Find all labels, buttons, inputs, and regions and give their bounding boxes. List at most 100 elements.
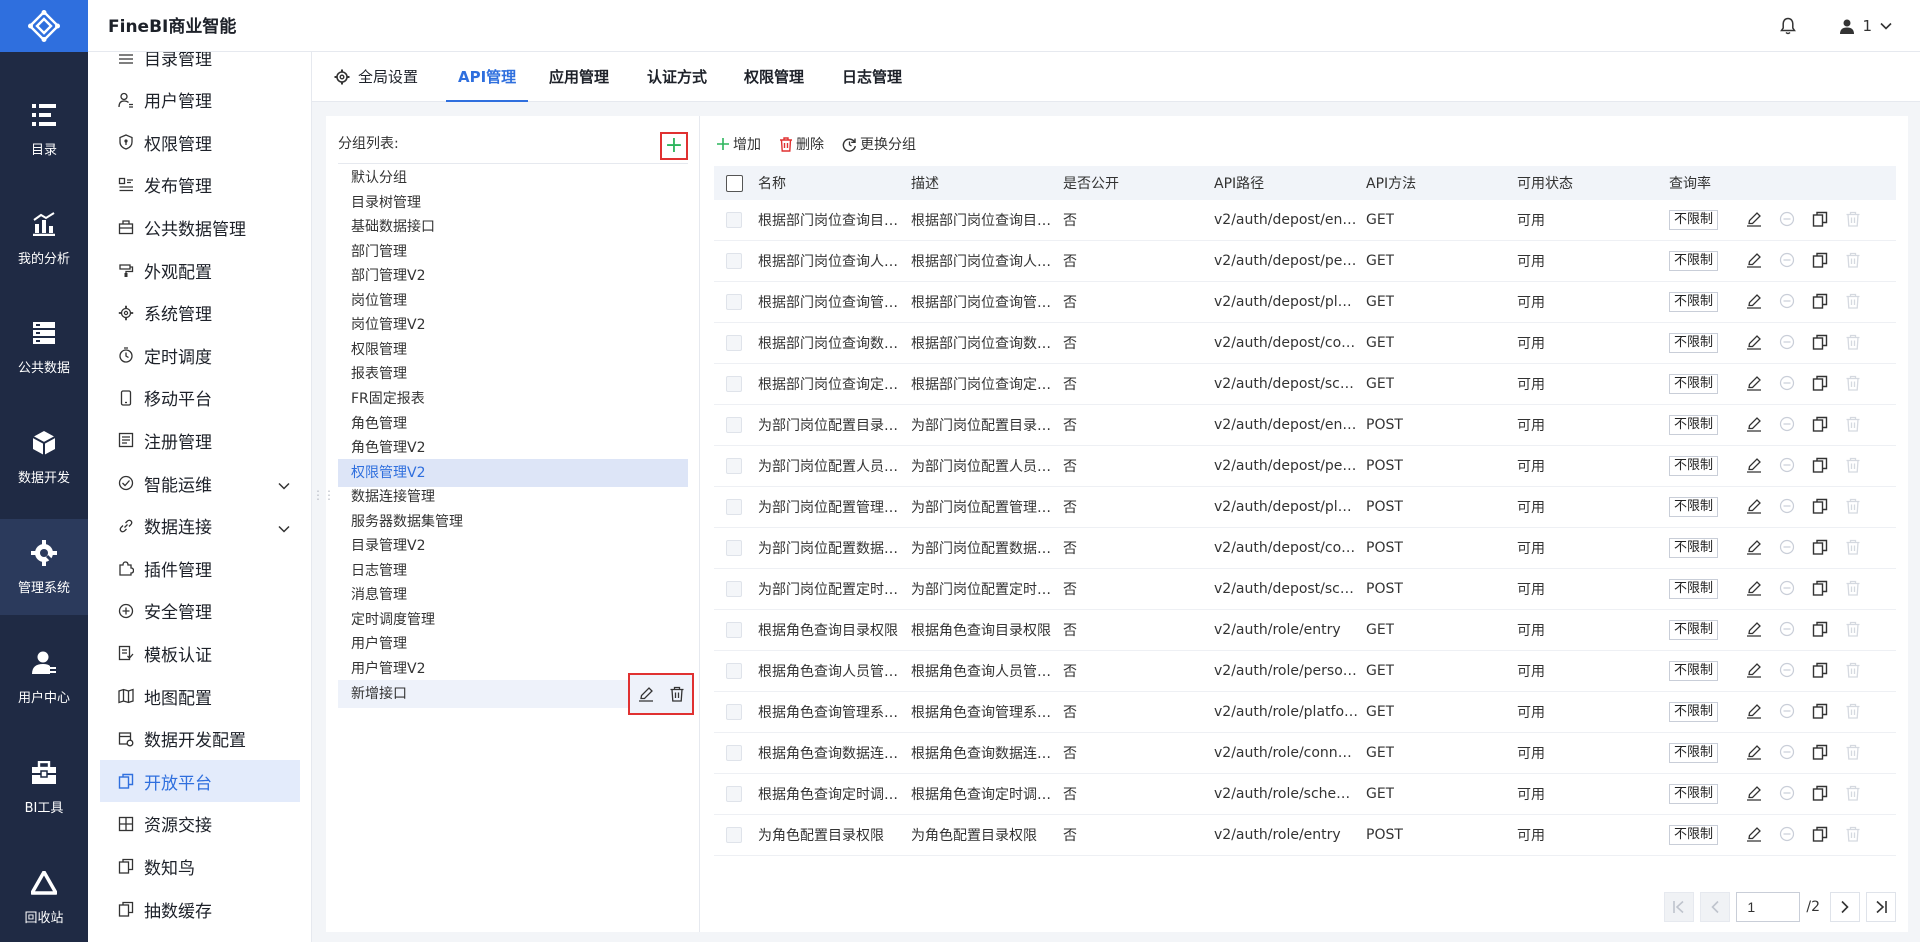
disable-api-icon[interactable] — [1779, 200, 1797, 240]
submenu-item[interactable]: 发布管理 — [100, 164, 300, 206]
header-public[interactable]: 是否公开 — [1063, 166, 1119, 200]
table-row[interactable]: 根据部门岗位查询数据连接权限根据部门岗位查询数据连接权限否v2/auth/dep… — [714, 323, 1896, 364]
delete-api-button[interactable]: 删除 — [779, 134, 824, 154]
submenu-item[interactable]: 数据连接 — [100, 505, 300, 547]
row-checkbox[interactable] — [726, 651, 742, 691]
copy-api-icon[interactable] — [1812, 815, 1830, 855]
rate-value[interactable]: 不限制 — [1669, 333, 1719, 353]
edit-api-icon[interactable] — [1746, 692, 1764, 732]
cell-rate[interactable]: 不限制 — [1669, 692, 1719, 732]
delete-api-icon[interactable] — [1845, 692, 1863, 732]
rate-value[interactable]: 不限制 — [1669, 661, 1719, 681]
nav-item-catalog[interactable]: 目录 — [0, 81, 88, 177]
submenu-item[interactable]: 智能运维 — [100, 462, 300, 504]
delete-api-icon[interactable] — [1845, 200, 1863, 240]
tab-log-management[interactable]: 日志管理 — [842, 52, 902, 102]
drag-handle-icon[interactable]: ⋮⋮ — [312, 488, 335, 502]
table-row[interactable]: 根据角色查询数据连接权限根据角色查询数据连接权限否v2/auth/role/co… — [714, 733, 1896, 774]
trash-icon[interactable] — [668, 685, 686, 703]
row-checkbox[interactable] — [726, 610, 742, 650]
copy-api-icon[interactable] — [1812, 405, 1830, 445]
cell-rate[interactable]: 不限制 — [1669, 487, 1719, 527]
rate-value[interactable]: 不限制 — [1669, 743, 1719, 763]
cell-rate[interactable]: 不限制 — [1669, 651, 1719, 691]
tab-auth-method[interactable]: 认证方式 — [647, 52, 707, 102]
copy-api-icon[interactable] — [1812, 774, 1830, 814]
rate-value[interactable]: 不限制 — [1669, 497, 1719, 517]
submenu-item[interactable]: 外观配置 — [100, 249, 300, 291]
row-checkbox[interactable] — [726, 774, 742, 814]
submenu-item[interactable]: 地图配置 — [100, 675, 300, 717]
submenu-item[interactable]: 抽数缓存 — [100, 888, 300, 930]
disable-api-icon[interactable] — [1779, 569, 1797, 609]
table-row[interactable]: 根据部门岗位查询人员管理权限根据部门岗位查询人员管理权限否v2/auth/dep… — [714, 241, 1896, 282]
cell-rate[interactable]: 不限制 — [1669, 241, 1719, 281]
delete-api-icon[interactable] — [1845, 774, 1863, 814]
delete-api-icon[interactable] — [1845, 323, 1863, 363]
edit-api-icon[interactable] — [1746, 651, 1764, 691]
edit-api-icon[interactable] — [1746, 405, 1764, 445]
row-checkbox[interactable] — [726, 528, 742, 568]
last-page-button[interactable] — [1866, 892, 1896, 922]
nav-item-public-data[interactable]: 公共数据 — [0, 299, 88, 395]
delete-api-icon[interactable] — [1845, 446, 1863, 486]
delete-api-icon[interactable] — [1845, 815, 1863, 855]
chevron-down-icon[interactable] — [278, 518, 290, 538]
copy-api-icon[interactable] — [1812, 651, 1830, 691]
submenu-item[interactable]: 用户管理 — [100, 79, 300, 121]
submenu-item[interactable]: 注册管理 — [100, 419, 300, 461]
row-checkbox[interactable] — [726, 364, 742, 404]
edit-api-icon[interactable] — [1746, 733, 1764, 773]
rate-value[interactable]: 不限制 — [1669, 210, 1719, 230]
copy-api-icon[interactable] — [1812, 323, 1830, 363]
cell-rate[interactable]: 不限制 — [1669, 323, 1719, 363]
copy-api-icon[interactable] — [1812, 446, 1830, 486]
submenu-item[interactable]: 数知鸟 — [100, 845, 300, 887]
disable-api-icon[interactable] — [1779, 446, 1797, 486]
disable-api-icon[interactable] — [1779, 241, 1797, 281]
disable-api-icon[interactable] — [1779, 528, 1797, 568]
table-row[interactable]: 为角色配置目录权限 为角色配置目录权限 否 v2/auth/role/entry POS… — [714, 815, 1896, 856]
cell-rate[interactable]: 不限制 — [1669, 774, 1719, 814]
copy-api-icon[interactable] — [1812, 610, 1830, 650]
table-row[interactable]: 根据部门岗位查询管理系统权限根据部门岗位查询管理系统权限否v2/auth/dep… — [714, 282, 1896, 323]
table-row[interactable]: 根据角色查询人员管理权限根据角色查询人员管理权限否v2/auth/role/pe… — [714, 651, 1896, 692]
cell-rate[interactable]: 不限制 — [1669, 446, 1719, 486]
nav-item-user-center[interactable]: 用户中心 — [0, 629, 88, 725]
panel-divider[interactable] — [699, 116, 700, 932]
cell-rate[interactable]: 不限制 — [1669, 569, 1719, 609]
copy-api-icon[interactable] — [1812, 241, 1830, 281]
table-row[interactable]: 为部门岗位配置目录权限 为部门岗位配置目录权限否 v2/auth/depost/en… — [714, 405, 1896, 446]
rate-value[interactable]: 不限制 — [1669, 825, 1719, 845]
submenu-item[interactable]: 公共数据管理 — [100, 206, 300, 248]
copy-api-icon[interactable] — [1812, 528, 1830, 568]
header-name[interactable]: 名称 — [758, 166, 786, 200]
edit-api-icon[interactable] — [1746, 569, 1764, 609]
copy-api-icon[interactable] — [1812, 282, 1830, 322]
row-checkbox[interactable] — [726, 733, 742, 773]
rate-value[interactable]: 不限制 — [1669, 251, 1719, 271]
disable-api-icon[interactable] — [1779, 774, 1797, 814]
row-checkbox[interactable] — [726, 241, 742, 281]
nav-item-my-analysis[interactable]: 我的分析 — [0, 190, 88, 286]
rate-value[interactable]: 不限制 — [1669, 292, 1719, 312]
delete-api-icon[interactable] — [1845, 733, 1863, 773]
copy-api-icon[interactable] — [1812, 200, 1830, 240]
submenu-item[interactable]: 系统管理 — [100, 292, 300, 334]
rate-value[interactable]: 不限制 — [1669, 374, 1719, 394]
edit-api-icon[interactable] — [1746, 487, 1764, 527]
tab-api-management[interactable]: API管理 — [445, 52, 529, 102]
nav-item-bi-tools[interactable]: BI工具 — [0, 739, 88, 835]
cell-rate[interactable]: 不限制 — [1669, 815, 1719, 855]
edit-api-icon[interactable] — [1746, 282, 1764, 322]
submenu-item[interactable]: 安全管理 — [100, 590, 300, 632]
row-checkbox[interactable] — [726, 405, 742, 445]
table-row[interactable]: 为部门岗位配置定时调度权限为部门岗位配置定时调度权限否v2/auth/depos… — [714, 569, 1896, 610]
submenu-item[interactable]: 插件管理 — [100, 547, 300, 589]
edit-api-icon[interactable] — [1746, 323, 1764, 363]
submenu-item[interactable]: 移动平台 — [100, 377, 300, 419]
nav-item-admin-system[interactable]: 管理系统 — [0, 519, 88, 615]
cell-rate[interactable]: 不限制 — [1669, 200, 1719, 240]
row-checkbox[interactable] — [726, 569, 742, 609]
next-page-button[interactable] — [1830, 892, 1860, 922]
